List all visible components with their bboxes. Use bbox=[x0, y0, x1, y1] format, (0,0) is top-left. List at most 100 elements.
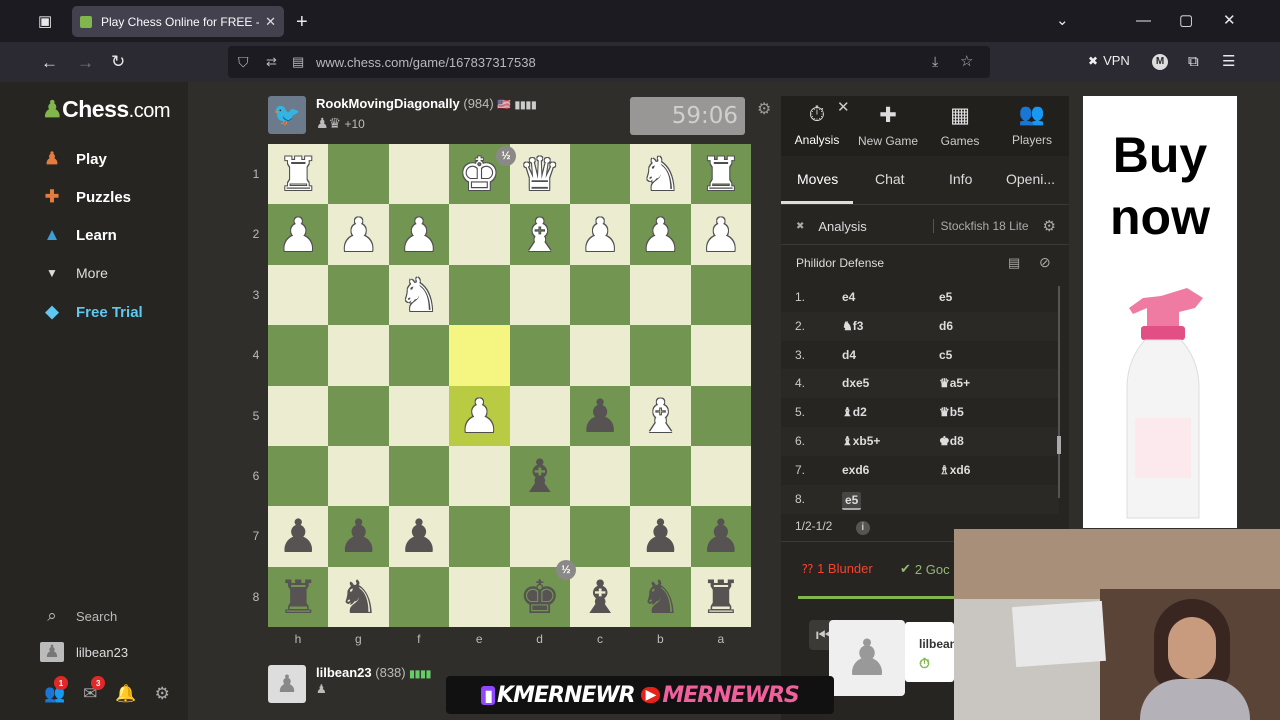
board-square[interactable]: ♟ bbox=[690, 204, 751, 265]
address-bar[interactable]: ⛉ ⇄ ▤ www.chess.com/game/167837317538 ⤓ … bbox=[228, 46, 990, 78]
engine-settings-icon[interactable]: ⚙ bbox=[1043, 217, 1056, 235]
sidebar-item-learn[interactable]: ▲ Learn bbox=[40, 221, 117, 249]
tab-list-icon[interactable]: ▣ bbox=[38, 14, 52, 29]
black-knight-icon[interactable]: ♞ bbox=[338, 574, 379, 620]
board-square[interactable]: ♜ bbox=[268, 144, 329, 205]
chevron-down-icon[interactable]: ⌄ bbox=[1056, 13, 1069, 28]
sidebar-item-more[interactable]: ▼ More bbox=[40, 259, 108, 287]
board-square[interactable]: ♟ bbox=[388, 506, 450, 567]
good-move-count[interactable]: ✔ 2 Goc bbox=[900, 561, 954, 577]
board-square[interactable]: ♝ bbox=[509, 445, 570, 507]
board-square[interactable]: ♟ bbox=[388, 204, 450, 265]
white-king-icon[interactable]: ♚ bbox=[459, 151, 500, 197]
board-square[interactable] bbox=[388, 445, 450, 507]
white-knight-icon[interactable]: ♞ bbox=[640, 151, 681, 197]
subtab-chat[interactable]: Chat bbox=[875, 171, 905, 187]
bottom-player-name[interactable]: lilbean23 bbox=[316, 665, 372, 680]
close-panel-icon[interactable]: ✕ bbox=[837, 98, 850, 116]
subtab-info[interactable]: Info bbox=[949, 171, 972, 187]
board-square[interactable] bbox=[630, 445, 691, 507]
board-square[interactable] bbox=[388, 144, 450, 205]
board-square[interactable]: ♟ bbox=[449, 385, 510, 446]
board-square[interactable] bbox=[690, 264, 751, 326]
scrollbar-thumb[interactable] bbox=[1057, 436, 1061, 454]
board-square[interactable] bbox=[690, 445, 751, 507]
black-bishop-icon[interactable]: ♝ bbox=[519, 453, 560, 499]
board-square[interactable] bbox=[328, 325, 389, 386]
board-square[interactable] bbox=[268, 264, 329, 326]
black-knight-icon[interactable]: ♞ bbox=[640, 574, 681, 620]
board-square[interactable] bbox=[328, 264, 389, 326]
board-square[interactable] bbox=[328, 144, 389, 205]
board-square[interactable] bbox=[509, 385, 570, 446]
board-square[interactable] bbox=[690, 385, 751, 446]
board-square[interactable] bbox=[268, 445, 329, 507]
extensions-icon[interactable]: ⧉ bbox=[1188, 54, 1199, 69]
settings-gear-icon[interactable]: ⚙ bbox=[155, 684, 170, 704]
friends-icon[interactable]: 👥 1 bbox=[44, 676, 68, 704]
notifications-icon[interactable]: 🔔 bbox=[115, 684, 136, 704]
board-square[interactable]: ♟ bbox=[268, 204, 329, 265]
white-bishop-icon[interactable]: ♝ bbox=[519, 212, 560, 258]
white-move[interactable]: ♝xb5+ bbox=[842, 434, 880, 448]
close-window-icon[interactable]: ✕ bbox=[1223, 13, 1236, 28]
board-square[interactable]: ♝ bbox=[569, 566, 631, 627]
sidebar-item-free-trial[interactable]: ◆ Free Trial bbox=[40, 298, 142, 326]
board-square[interactable] bbox=[509, 325, 570, 386]
tab-new-game[interactable]: ✚ New Game bbox=[856, 103, 920, 148]
white-pawn-icon[interactable]: ♟ bbox=[398, 212, 439, 258]
blunder-count[interactable]: ⁇ 1 Blunder bbox=[802, 561, 873, 576]
black-move[interactable]: ♛a5+ bbox=[939, 376, 970, 390]
white-queen-icon[interactable]: ♛ bbox=[519, 151, 560, 197]
black-move[interactable]: ♚d8 bbox=[939, 434, 964, 448]
black-rook-icon[interactable]: ♜ bbox=[700, 574, 741, 620]
board-square[interactable] bbox=[509, 264, 570, 326]
board-square[interactable]: ♜ bbox=[268, 566, 329, 627]
board-square[interactable] bbox=[328, 385, 389, 446]
minimize-icon[interactable]: — bbox=[1136, 13, 1151, 28]
black-move[interactable]: d6 bbox=[939, 319, 953, 333]
chess-com-logo[interactable]: ♟Chess.com bbox=[42, 96, 171, 123]
messages-icon[interactable]: ✉ 3 bbox=[83, 676, 106, 704]
white-rook-icon[interactable]: ♜ bbox=[700, 151, 741, 197]
board-square[interactable] bbox=[449, 204, 510, 265]
black-move[interactable]: c5 bbox=[939, 348, 952, 362]
tab-players[interactable]: 👥 Players bbox=[1000, 103, 1064, 147]
white-pawn-icon[interactable]: ♟ bbox=[640, 212, 681, 258]
black-move[interactable]: ♗xd6 bbox=[939, 463, 970, 477]
board-square[interactable] bbox=[569, 325, 631, 386]
white-rook-icon[interactable]: ♜ bbox=[278, 151, 319, 197]
black-pawn-icon[interactable]: ♟ bbox=[338, 513, 379, 559]
board-square[interactable]: ♝ bbox=[509, 204, 570, 265]
board-square[interactable] bbox=[449, 325, 510, 386]
top-player-name[interactable]: RookMovingDiagonally bbox=[316, 96, 460, 111]
board-square[interactable] bbox=[569, 144, 631, 205]
board-square[interactable]: ♟ bbox=[569, 385, 631, 446]
board-square[interactable] bbox=[449, 506, 510, 567]
board-square[interactable] bbox=[690, 325, 751, 386]
white-pawn-icon[interactable]: ♟ bbox=[700, 212, 741, 258]
reader-icon[interactable]: ▤ bbox=[292, 54, 304, 70]
white-move[interactable]: e4 bbox=[842, 290, 855, 304]
black-pawn-icon[interactable]: ♟ bbox=[700, 513, 741, 559]
board-square[interactable]: ♜ bbox=[690, 566, 751, 627]
white-pawn-icon[interactable]: ♟ bbox=[338, 212, 379, 258]
black-move[interactable]: ♛b5 bbox=[939, 405, 964, 419]
maximize-icon[interactable]: ▢ bbox=[1179, 13, 1193, 28]
board-square[interactable] bbox=[569, 445, 631, 507]
subtab-moves[interactable]: Moves bbox=[797, 171, 838, 187]
black-move[interactable]: e5 bbox=[939, 290, 952, 304]
board-square[interactable] bbox=[268, 325, 329, 386]
white-move[interactable]: d4 bbox=[842, 348, 856, 362]
forward-icon[interactable]: → bbox=[77, 54, 94, 71]
board-square[interactable]: ♞ bbox=[328, 566, 389, 627]
board-square[interactable]: ♞ bbox=[630, 144, 691, 205]
white-move[interactable]: exd6 bbox=[842, 463, 869, 477]
board-square[interactable] bbox=[388, 325, 450, 386]
book-icon[interactable]: ▤ bbox=[1008, 255, 1020, 271]
white-pawn-icon[interactable]: ♟ bbox=[459, 393, 500, 439]
white-move[interactable]: dxe5 bbox=[842, 376, 869, 390]
black-bishop-icon[interactable]: ♝ bbox=[579, 574, 620, 620]
board-square[interactable] bbox=[449, 264, 510, 326]
black-king-icon[interactable]: ♚ bbox=[519, 574, 560, 620]
